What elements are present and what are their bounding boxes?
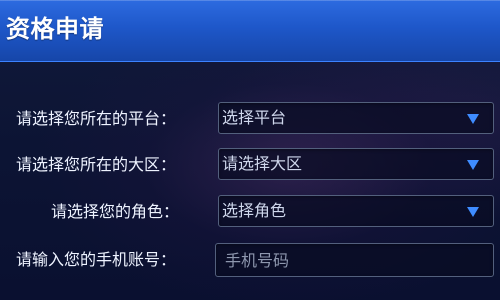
character-selected-value: 选择角色 (222, 201, 287, 220)
chevron-down-icon (467, 207, 479, 217)
phone-number-input[interactable] (215, 243, 494, 277)
region-select[interactable]: 请选择大区 (218, 148, 494, 180)
chevron-down-icon (467, 114, 479, 124)
page-title: 资格申请 (6, 15, 104, 43)
qualification-application-panel: 资格申请 请选择您所在的平台： 选择平台 请选择您所在的大区： 请选择大区 请选… (0, 0, 500, 300)
region-label: 请选择您所在的大区： (16, 155, 177, 174)
character-select[interactable]: 选择角色 (218, 195, 494, 227)
platform-label: 请选择您所在的平台： (16, 109, 177, 128)
phone-row: 请输入您的手机账号： (0, 243, 500, 277)
platform-selected-value: 选择平台 (222, 108, 287, 127)
character-row: 请选择您的角色： 选择角色 (0, 195, 500, 229)
region-row: 请选择您所在的大区： 请选择大区 (0, 148, 500, 182)
phone-label: 请输入您的手机账号： (16, 250, 177, 269)
region-selected-value: 请选择大区 (222, 154, 303, 173)
platform-row: 请选择您所在的平台： 选择平台 (0, 102, 500, 136)
chevron-down-icon (467, 160, 479, 170)
character-label: 请选择您的角色： (51, 202, 180, 221)
application-form: 请选择您所在的平台： 选择平台 请选择您所在的大区： 请选择大区 请选择您的角色… (0, 61, 500, 300)
header-bar: 资格申请 (0, 0, 500, 62)
platform-select[interactable]: 选择平台 (218, 102, 494, 134)
